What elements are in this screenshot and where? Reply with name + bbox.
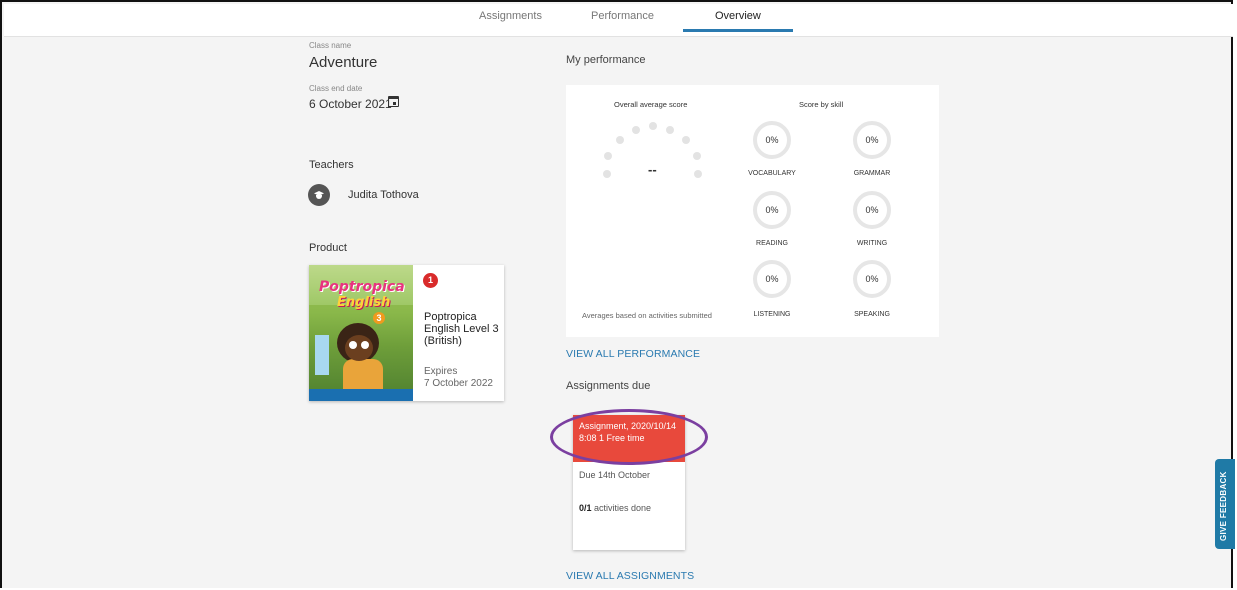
product-expiry: Expires 7 October 2022 — [424, 366, 493, 390]
cover-logo-line1: Poptropica — [319, 279, 405, 295]
active-tab-indicator — [683, 29, 793, 32]
score-by-skill-label: Score by skill — [799, 100, 844, 109]
grammar-score-ring: 0% — [853, 121, 891, 159]
tab-performance[interactable]: Performance — [591, 10, 654, 22]
speaking-score-ring: 0% — [853, 260, 891, 298]
give-feedback-label: GIVE FEEDBACK — [1219, 471, 1228, 541]
gauge-dot — [694, 170, 702, 178]
publisher-logo — [309, 389, 413, 401]
gauge-dot — [682, 136, 690, 144]
product-expires-label: Expires — [424, 366, 458, 377]
cover-logo-line2: English — [337, 295, 391, 310]
graduation-cap-icon — [308, 184, 330, 206]
give-feedback-button[interactable]: GIVE FEEDBACK — [1215, 459, 1235, 549]
averages-note: Averages based on activities submitted — [582, 311, 712, 320]
grammar-label: GRAMMAR — [853, 170, 891, 177]
assignment-card[interactable]: Assignment, 2020/10/14 8:08 1 Free time … — [573, 415, 685, 550]
reading-score-ring: 0% — [753, 191, 791, 229]
gauge-dot — [604, 152, 612, 160]
assignment-due-date: Due 14th October — [579, 470, 651, 480]
gauge-dot — [616, 136, 624, 144]
class-end-date-label: Class end date — [309, 84, 363, 93]
class-end-date: 6 October 2021 — [309, 97, 392, 111]
class-name: Adventure — [309, 54, 378, 71]
speaking-label: SPEAKING — [854, 311, 890, 318]
assignment-done-count: 0/1 — [579, 503, 592, 513]
gauge-dot — [632, 126, 640, 134]
assignment-title: Assignment, 2020/10/14 8:08 1 Free time — [579, 421, 677, 443]
product-heading: Product — [309, 242, 347, 254]
assignment-card-header: Assignment, 2020/10/14 8:08 1 Free time — [573, 415, 685, 462]
product-expires-date: 7 October 2022 — [424, 378, 493, 389]
cover-level-number: 3 — [373, 312, 385, 324]
gauge-dot — [666, 126, 674, 134]
teachers-heading: Teachers — [309, 159, 354, 171]
tab-overview[interactable]: Overview — [715, 10, 761, 22]
assignments-due-heading: Assignments due — [566, 380, 651, 392]
gauge-dot — [693, 152, 701, 160]
teacher-name: Judita Tothova — [348, 189, 419, 201]
overall-average-label: Overall average score — [614, 100, 688, 109]
tab-assignments[interactable]: Assignments — [479, 10, 542, 22]
writing-label: WRITING — [856, 240, 888, 247]
listening-label: LISTENING — [753, 311, 791, 318]
assignment-progress: 0/1 activities done — [579, 503, 651, 513]
book-cover-image: Poptropica English 3 — [309, 265, 413, 401]
overall-average-value: -- — [648, 162, 657, 177]
view-all-assignments-link[interactable]: VIEW ALL ASSIGNMENTS — [566, 570, 694, 582]
vocabulary-score-ring: 0% — [753, 121, 791, 159]
my-performance-heading: My performance — [566, 54, 646, 66]
listening-score-ring: 0% — [753, 260, 791, 298]
gauge-dot — [649, 122, 657, 130]
gauge-dot — [603, 170, 611, 178]
assignment-done-label: activities done — [591, 503, 652, 513]
writing-score-ring: 0% — [853, 191, 891, 229]
product-count-badge: 1 — [423, 273, 438, 288]
product-title: Poptropica English Level 3 (British) — [424, 311, 499, 347]
vocabulary-label: VOCABULARY — [748, 170, 796, 177]
class-name-label: Class name — [309, 41, 352, 50]
view-all-performance-link[interactable]: VIEW ALL PERFORMANCE — [566, 348, 700, 360]
calendar-icon[interactable] — [388, 96, 399, 107]
reading-label: READING — [756, 240, 788, 247]
